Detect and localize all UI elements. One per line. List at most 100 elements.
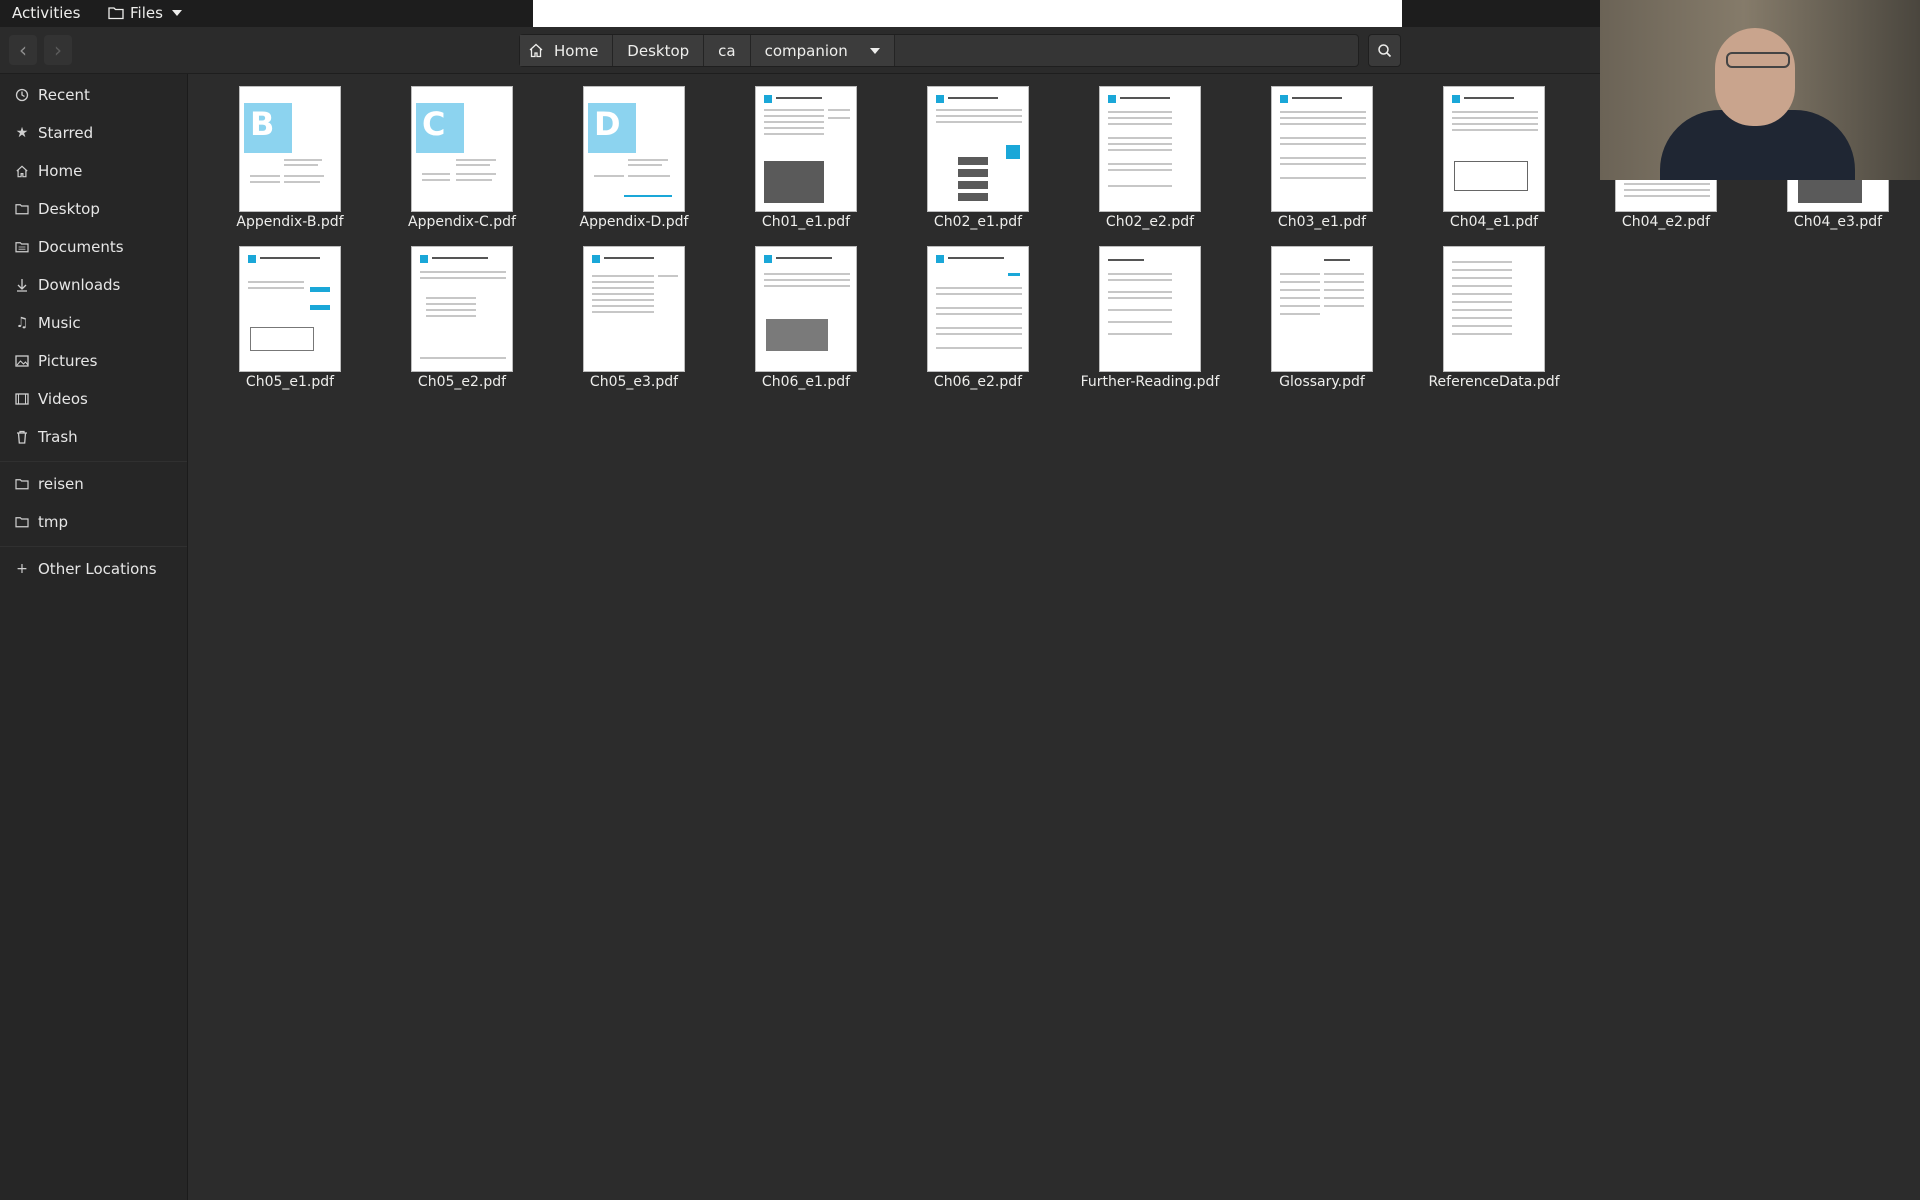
webcam-glasses <box>1726 52 1790 68</box>
chevron-down-icon[interactable] <box>869 47 880 54</box>
file-name: Ch04_e1.pdf <box>1449 214 1539 230</box>
plus-icon: + <box>16 561 28 577</box>
sidebar-item-label: Music <box>38 314 81 332</box>
file-item[interactable]: D Appendix-D.pdf <box>542 74 702 230</box>
pdf-thumbnail: C <box>411 86 513 212</box>
sidebar-separator <box>0 546 187 547</box>
pdf-thumbnail <box>1271 86 1373 212</box>
file-item[interactable]: Ch05_e2.pdf <box>370 234 530 390</box>
folder-icon <box>108 7 124 20</box>
sidebar-item-label: reisen <box>38 475 84 493</box>
path-bar-empty <box>895 35 1358 66</box>
file-name: Appendix-C.pdf <box>408 214 516 230</box>
file-name: Ch03_e1.pdf <box>1277 214 1367 230</box>
pdf-thumbnail <box>927 86 1029 212</box>
chevron-down-icon <box>171 10 182 16</box>
file-name: Ch04_e3.pdf <box>1793 214 1883 230</box>
pdf-thumbnail <box>1443 246 1545 372</box>
pdf-thumbnail <box>411 246 513 372</box>
file-item[interactable]: ReferenceData.pdf <box>1402 234 1562 390</box>
breadcrumb-ca[interactable]: ca <box>704 35 751 66</box>
sidebar-item-label: Home <box>38 162 83 180</box>
search-button[interactable] <box>1368 34 1401 67</box>
breadcrumb-home[interactable]: Home <box>520 35 614 66</box>
breadcrumb-label: companion <box>764 41 848 60</box>
breadcrumb-label: ca <box>718 41 736 60</box>
home-icon <box>529 43 543 58</box>
sidebar-item-label: Documents <box>38 238 124 256</box>
file-item[interactable]: Glossary.pdf <box>1230 234 1390 390</box>
file-item[interactable]: Ch05_e1.pdf <box>198 234 358 390</box>
pdf-thumbnail: D <box>583 86 685 212</box>
sidebar-item-desktop[interactable]: Desktop <box>0 191 187 227</box>
breadcrumb-label: Home <box>554 41 599 60</box>
forward-button[interactable]: › <box>44 35 72 65</box>
breadcrumb-companion[interactable]: companion <box>750 35 895 66</box>
file-item[interactable]: Further-Reading.pdf <box>1058 234 1219 390</box>
file-item[interactable]: C Appendix-C.pdf <box>370 74 530 230</box>
sidebar: Recent ★ Starred Home Desktop Documents … <box>0 74 188 1200</box>
sidebar-item-tmp[interactable]: tmp <box>0 504 187 540</box>
file-name: Ch06_e1.pdf <box>761 374 851 390</box>
cover-letter: C <box>416 103 464 153</box>
sidebar-item-trash[interactable]: Trash <box>0 419 187 455</box>
sidebar-item-recent[interactable]: Recent <box>0 77 187 113</box>
file-name: Further-Reading.pdf <box>1080 374 1220 390</box>
sidebar-item-label: tmp <box>38 513 69 531</box>
chevron-right-icon: › <box>54 38 62 62</box>
sidebar-item-label: Starred <box>38 124 94 142</box>
file-name: Ch02_e2.pdf <box>1105 214 1195 230</box>
app-menu-label: Files <box>130 4 163 22</box>
file-item[interactable]: Ch02_e1.pdf <box>886 74 1046 230</box>
file-item[interactable]: Ch02_e2.pdf <box>1058 74 1218 230</box>
file-name: Glossary.pdf <box>1279 374 1365 390</box>
star-icon: ★ <box>15 125 29 141</box>
sidebar-item-label: Pictures <box>38 352 98 370</box>
sidebar-item-reisen[interactable]: reisen <box>0 466 187 502</box>
sidebar-item-label: Trash <box>38 428 78 446</box>
file-name: Ch05_e3.pdf <box>589 374 679 390</box>
music-icon: ♫ <box>15 315 29 331</box>
search-icon <box>1378 44 1392 58</box>
file-item[interactable]: Ch05_e3.pdf <box>542 234 702 390</box>
document-icon <box>13 241 31 253</box>
back-button[interactable]: ‹ <box>9 35 37 65</box>
file-item[interactable]: Ch06_e2.pdf <box>886 234 1046 390</box>
sidebar-item-home[interactable]: Home <box>0 153 187 189</box>
file-item[interactable]: Ch03_e1.pdf <box>1230 74 1390 230</box>
sidebar-item-pictures[interactable]: Pictures <box>0 343 187 379</box>
cover-letter: B <box>244 103 292 153</box>
pdf-thumbnail <box>239 246 341 372</box>
file-name: Ch01_e1.pdf <box>761 214 851 230</box>
sidebar-item-other-locations[interactable]: + Other Locations <box>0 551 187 587</box>
file-item[interactable]: Ch04_e1.pdf <box>1402 74 1562 230</box>
file-item[interactable]: B Appendix-B.pdf <box>198 74 358 230</box>
pdf-thumbnail: B <box>239 86 341 212</box>
file-name: Ch05_e1.pdf <box>245 374 335 390</box>
file-name: ReferenceData.pdf <box>1428 374 1560 390</box>
pdf-thumbnail <box>755 86 857 212</box>
file-name: Appendix-D.pdf <box>579 214 689 230</box>
picture-icon <box>13 355 31 367</box>
sidebar-item-label: Other Locations <box>38 560 157 578</box>
path-bar: Home Desktop ca companion <box>519 34 1359 67</box>
folder-icon <box>13 516 31 528</box>
breadcrumb-label: Desktop <box>627 41 690 60</box>
file-item[interactable]: Ch06_e1.pdf <box>714 234 874 390</box>
sidebar-item-label: Recent <box>38 86 90 104</box>
sidebar-item-label: Desktop <box>38 200 100 218</box>
breadcrumb-desktop[interactable]: Desktop <box>613 35 705 66</box>
app-menu-button[interactable]: Files <box>108 4 182 22</box>
file-item[interactable]: Ch01_e1.pdf <box>714 74 874 230</box>
sidebar-item-downloads[interactable]: Downloads <box>0 267 187 303</box>
pdf-thumbnail <box>927 246 1029 372</box>
clock-icon <box>13 88 31 102</box>
folder-icon <box>13 478 31 490</box>
sidebar-item-videos[interactable]: Videos <box>0 381 187 417</box>
sidebar-item-starred[interactable]: ★ Starred <box>0 115 187 151</box>
activities-button[interactable]: Activities <box>12 4 80 22</box>
pdf-thumbnail <box>1271 246 1373 372</box>
sidebar-item-documents[interactable]: Documents <box>0 229 187 265</box>
sidebar-item-music[interactable]: ♫ Music <box>0 305 187 341</box>
folder-icon <box>13 203 31 215</box>
